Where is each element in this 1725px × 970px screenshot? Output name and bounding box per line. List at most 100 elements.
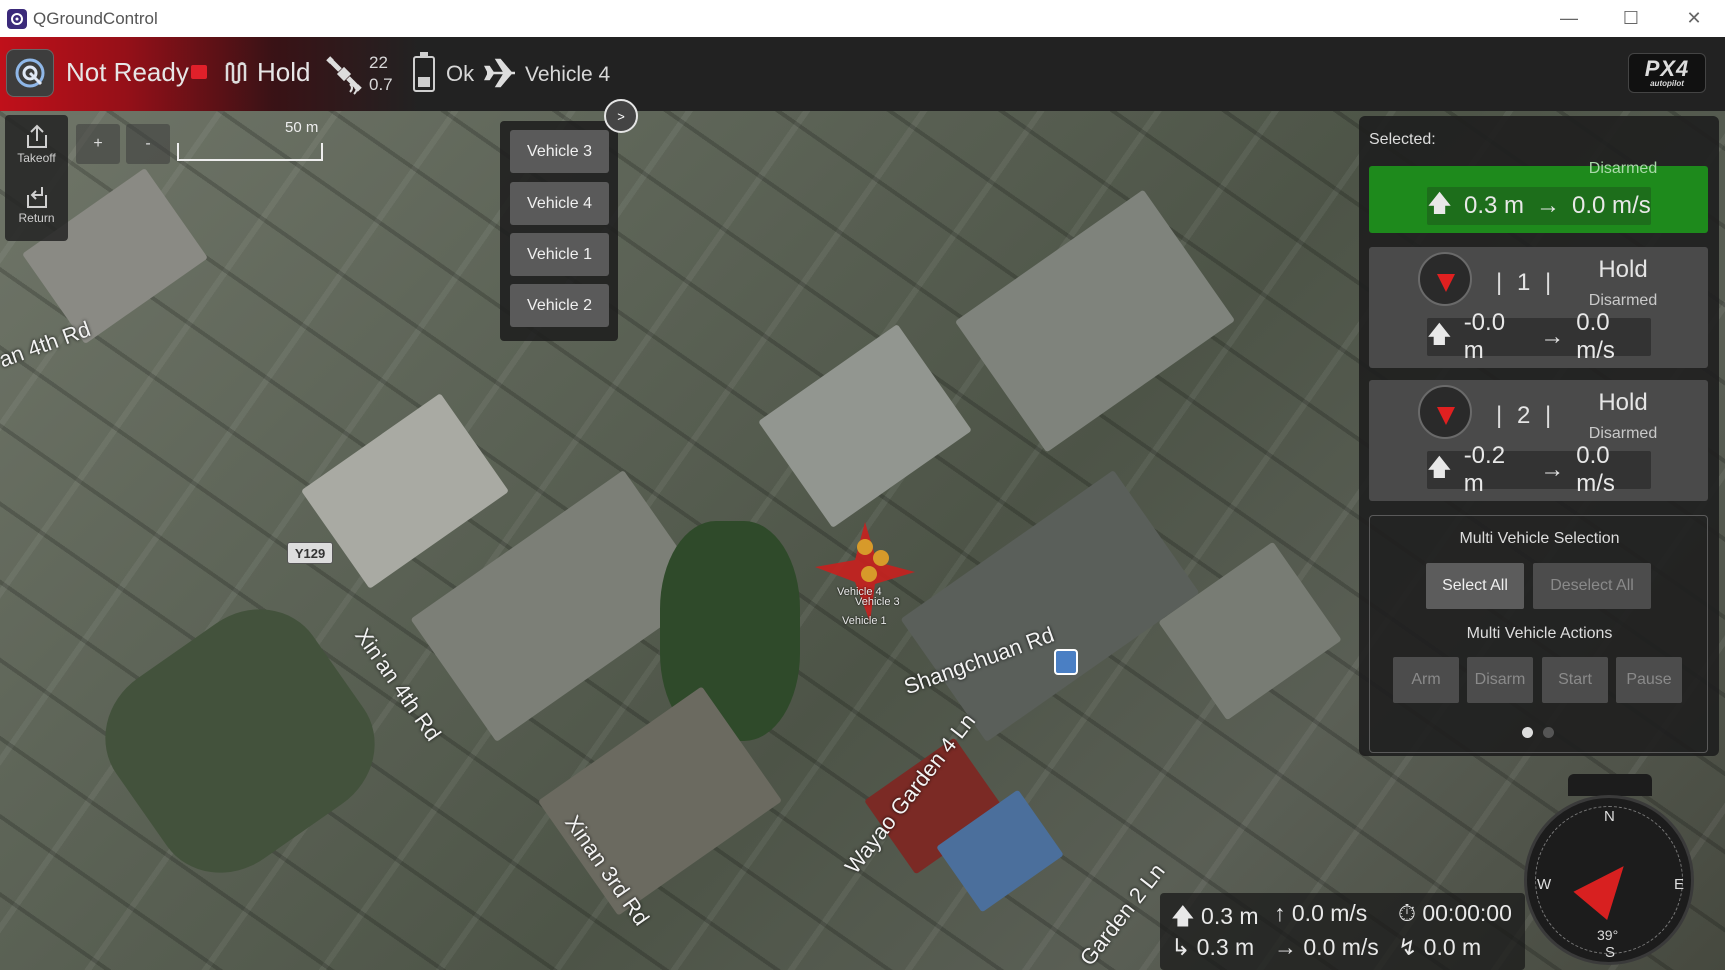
multi-actions-title: Multi Vehicle Actions	[1466, 625, 1613, 642]
vehicle-plane-icon	[483, 56, 518, 95]
battery-status: Ok	[446, 61, 475, 86]
vehicle-list-item[interactable]: Vehicle 4	[510, 182, 609, 225]
page-indicator-dot[interactable]	[1522, 727, 1533, 738]
vehicle-telemetry: 🡅 -0.0 m → 0.0 m/s	[1427, 309, 1651, 364]
map-building	[954, 189, 1236, 453]
zoom-out-button[interactable]: -	[126, 124, 170, 164]
takeoff-label: Takeoff	[17, 151, 56, 165]
speed-icon: →	[1540, 456, 1565, 483]
vehicle-speed: 0.0 m/s	[1576, 442, 1615, 497]
vehicle-altitude: -0.0 m	[1463, 309, 1506, 364]
title-bar: QGroundControl — ☐ ✕	[0, 0, 1725, 37]
vehicle-arm-state: Disarmed	[1588, 160, 1658, 177]
heading-value: 39°	[1597, 927, 1619, 943]
vehicle-id: 1	[1517, 269, 1531, 296]
map-scale-label: 50 m	[285, 119, 319, 136]
map-building	[900, 469, 1200, 743]
vehicle-list-item[interactable]: Vehicle 1	[510, 233, 609, 276]
battery-icon[interactable]	[413, 52, 435, 92]
map-scale-bar	[177, 143, 323, 161]
gps-satellite-count: 22	[369, 53, 388, 72]
px4-logo-subtext: autopilot	[1650, 78, 1684, 88]
vehicle-list-item[interactable]: Vehicle 3	[510, 130, 609, 173]
px4-logo-text: PX4	[1644, 55, 1690, 81]
road-sign: Y129	[287, 542, 333, 564]
active-vehicle-selector[interactable]: Vehicle 4	[525, 63, 610, 87]
ground-speed-value: 0.0 m/s	[1303, 934, 1379, 960]
readiness-status[interactable]: Not Ready	[66, 57, 189, 88]
page-indicator-dot[interactable]	[1543, 727, 1554, 738]
altitude-relative-value: 0.3 m	[1201, 903, 1259, 929]
minimize-icon[interactable]: —	[1538, 0, 1600, 37]
satellite-icon[interactable]	[326, 54, 366, 101]
window-title: QGroundControl	[33, 8, 158, 28]
selected-label: Selected:	[1369, 131, 1436, 148]
zoom-in-button[interactable]: +	[76, 124, 120, 164]
separator: |	[1496, 402, 1503, 429]
multi-selection-title: Multi Vehicle Selection	[1459, 530, 1620, 547]
pause-button[interactable]: Pause	[1616, 657, 1682, 703]
return-label: Return	[18, 211, 55, 225]
multi-vehicle-controls: Multi Vehicle Selection Select All Desel…	[1369, 515, 1708, 753]
main-toolbar: Not Ready Hold 22 0.7 Ok Vehicle 4 PX4 a…	[0, 37, 1725, 111]
return-tool[interactable]: Return	[5, 183, 68, 243]
map-building	[1158, 541, 1342, 721]
maximize-icon[interactable]: ☐	[1600, 0, 1662, 37]
tool-strip: Takeoff Return	[5, 115, 68, 241]
select-all-button[interactable]: Select All	[1426, 563, 1524, 609]
message-flag-icon[interactable]	[191, 65, 207, 79]
collapse-vehicle-list-button[interactable]: >	[604, 99, 638, 133]
compass-widget[interactable]: N E W S 39°	[1524, 795, 1694, 965]
qgc-logo-icon[interactable]	[6, 49, 54, 97]
close-icon[interactable]: ✕	[1663, 0, 1725, 37]
speed-icon: →	[1540, 323, 1565, 350]
flight-time: ⏱ 00:00:00	[1398, 900, 1512, 926]
separator: |	[1545, 402, 1552, 429]
attitude-gauge-icon	[1418, 385, 1472, 439]
vehicle-id: 2	[1517, 402, 1531, 429]
vertical-speed: ↑ 0.0 m/s	[1274, 900, 1368, 926]
altitude-icon: 🡅	[1427, 453, 1452, 481]
vehicle-mode: Hold	[1598, 256, 1648, 283]
start-button[interactable]: Start	[1542, 657, 1608, 703]
vehicle-card[interactable]: | 2 | Hold Disarmed 🡅 -0.2 m → 0.0 m/s	[1369, 380, 1708, 501]
qgc-app-icon	[7, 8, 27, 29]
takeoff-tool[interactable]: Takeoff	[5, 123, 68, 183]
vehicle-map-label: Vehicle 3	[855, 596, 900, 608]
flight-time-value: 00:00:00	[1422, 900, 1512, 926]
flight-mode[interactable]: Hold	[257, 57, 310, 88]
arm-button[interactable]: Arm	[1393, 657, 1459, 703]
deselect-all-button[interactable]: Deselect All	[1533, 563, 1651, 609]
gps-hdop: 0.7	[369, 75, 393, 94]
altitude-amsl: ↳ 0.3 m	[1171, 934, 1255, 960]
vehicle-card-selected[interactable]: Disarmed 🡅 0.3 m → 0.0 m/s	[1369, 160, 1708, 233]
vehicle-speed: 0.0 m/s	[1576, 309, 1615, 364]
altitude-amsl-value: 0.3 m	[1196, 934, 1255, 960]
qgc-window: QGroundControl — ☐ ✕ Not Ready Hold 22 0…	[0, 0, 1725, 970]
vehicle-map-label: Vehicle 1	[842, 615, 887, 627]
vehicle-mode: Hold	[1598, 389, 1648, 416]
vertical-speed-value: 0.0 m/s	[1291, 900, 1368, 926]
speed-icon: →	[1536, 192, 1560, 219]
ground-speed: → 0.0 m/s	[1274, 934, 1379, 960]
disarm-button[interactable]: Disarm	[1467, 657, 1533, 703]
vehicle-altitude: -0.2 m	[1463, 442, 1506, 497]
vehicle-arm-state: Disarmed	[1588, 292, 1658, 309]
compass-north: N	[1604, 808, 1615, 825]
vehicle-list-panel: Vehicle 3 Vehicle 4 Vehicle 1 Vehicle 2	[500, 121, 618, 341]
map-building	[758, 324, 972, 528]
separator: |	[1496, 269, 1503, 296]
compass-west: W	[1537, 876, 1552, 893]
vehicle-card[interactable]: | 1 | Hold Disarmed 🡅 -0.0 m → 0.0 m/s	[1369, 247, 1708, 368]
compass-pointer	[1568, 774, 1652, 796]
px4-autopilot-logo: PX4 autopilot	[1628, 53, 1706, 93]
vehicle-altitude: 0.3 m	[1463, 192, 1524, 219]
flight-mode-icon	[224, 61, 252, 90]
vehicle-telemetry: 🡅 0.3 m → 0.0 m/s	[1427, 187, 1651, 225]
map-trees	[78, 582, 402, 900]
distance-home-value: 0.0 m	[1423, 934, 1482, 960]
distance-home: ↯ 0.0 m	[1398, 934, 1482, 960]
vehicle-list-item[interactable]: Vehicle 2	[510, 284, 609, 327]
compass-east: E	[1674, 876, 1685, 893]
separator: |	[1545, 269, 1552, 296]
